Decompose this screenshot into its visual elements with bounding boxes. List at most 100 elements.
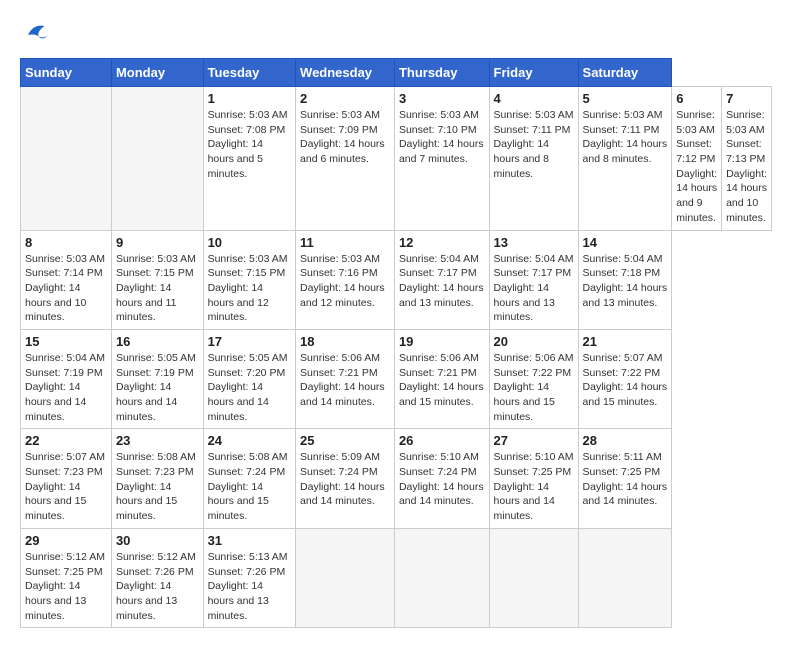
page-header xyxy=(20,20,772,50)
calendar-day-cell: 13Sunrise: 5:04 AMSunset: 7:17 PMDayligh… xyxy=(489,230,578,329)
calendar-day-cell: 26 Sunrise: 5:10 AMSunset: 7:24 PMDayligh… xyxy=(394,429,489,528)
day-info: Sunrise: 5:06 AMSunset: 7:21 PMDaylight:… xyxy=(399,351,485,410)
calendar-table: SundayMondayTuesdayWednesdayThursdayFrid… xyxy=(20,58,772,628)
day-info: Sunrise: 5:03 AMSunset: 7:09 PMDaylight:… xyxy=(300,108,390,167)
day-number: 15 xyxy=(25,334,107,349)
calendar-day-cell: 9 Sunrise: 5:03 AMSunset: 7:15 PMDaylight… xyxy=(111,230,203,329)
day-info: Sunrise: 5:03 AMSunset: 7:11 PMDaylight:… xyxy=(583,108,668,167)
empty-cell xyxy=(111,87,203,231)
day-info: Sunrise: 5:11 AMSunset: 7:25 PMDaylight:… xyxy=(583,450,668,509)
calendar-day-cell: 17 Sunrise: 5:05 AMSunset: 7:20 PMDayligh… xyxy=(203,329,295,428)
day-number: 18 xyxy=(300,334,390,349)
day-info: Sunrise: 5:04 AMSunset: 7:17 PMDaylight:… xyxy=(399,252,485,311)
column-header-friday: Friday xyxy=(489,59,578,87)
column-header-monday: Monday xyxy=(111,59,203,87)
day-info: Sunrise: 5:09 AMSunset: 7:24 PMDaylight:… xyxy=(300,450,390,509)
day-number: 28 xyxy=(583,433,668,448)
calendar-day-cell: 28 Sunrise: 5:11 AMSunset: 7:25 PMDayligh… xyxy=(578,429,672,528)
day-number: 11 xyxy=(300,235,390,250)
calendar-day-cell xyxy=(296,528,395,627)
column-header-tuesday: Tuesday xyxy=(203,59,295,87)
day-info: Sunrise: 5:03 AMSunset: 7:16 PMDaylight:… xyxy=(300,252,390,311)
day-number: 1 xyxy=(208,91,291,106)
logo xyxy=(20,20,52,50)
calendar-day-cell: 2 Sunrise: 5:03 AMSunset: 7:09 PMDaylight… xyxy=(296,87,395,231)
day-number: 30 xyxy=(116,533,199,548)
day-info: Sunrise: 5:12 AMSunset: 7:26 PMDaylight:… xyxy=(116,550,199,623)
day-number: 7 xyxy=(726,91,767,106)
day-number: 25 xyxy=(300,433,390,448)
calendar-day-cell: 11 Sunrise: 5:03 AMSunset: 7:16 PMDayligh… xyxy=(296,230,395,329)
day-info: Sunrise: 5:03 AMSunset: 7:14 PMDaylight:… xyxy=(25,252,107,325)
day-info: Sunrise: 5:03 AMSunset: 7:15 PMDaylight:… xyxy=(208,252,291,325)
day-number: 23 xyxy=(116,433,199,448)
calendar-day-cell: 15Sunrise: 5:04 AMSunset: 7:19 PMDayligh… xyxy=(21,329,112,428)
day-info: Sunrise: 5:07 AMSunset: 7:23 PMDaylight:… xyxy=(25,450,107,523)
calendar-day-cell: 5 Sunrise: 5:03 AMSunset: 7:11 PMDaylight… xyxy=(578,87,672,231)
calendar-day-cell: 22 Sunrise: 5:07 AMSunset: 7:23 PMDayligh… xyxy=(21,429,112,528)
day-info: Sunrise: 5:08 AMSunset: 7:24 PMDaylight:… xyxy=(208,450,291,523)
empty-cell xyxy=(21,87,112,231)
day-number: 31 xyxy=(208,533,291,548)
day-number: 16 xyxy=(116,334,199,349)
calendar-day-cell: 8Sunrise: 5:03 AMSunset: 7:14 PMDaylight… xyxy=(21,230,112,329)
calendar-day-cell: 27 Sunrise: 5:10 AMSunset: 7:25 PMDayligh… xyxy=(489,429,578,528)
day-info: Sunrise: 5:06 AMSunset: 7:21 PMDaylight:… xyxy=(300,351,390,410)
day-info: Sunrise: 5:07 AMSunset: 7:22 PMDaylight:… xyxy=(583,351,668,410)
calendar-day-cell: 7 Sunrise: 5:03 AMSunset: 7:13 PMDaylight… xyxy=(722,87,772,231)
day-number: 27 xyxy=(494,433,574,448)
calendar-day-cell: 31 Sunrise: 5:13 AMSunset: 7:26 PMDayligh… xyxy=(203,528,295,627)
calendar-day-cell: 14 Sunrise: 5:04 AMSunset: 7:18 PMDayligh… xyxy=(578,230,672,329)
day-number: 3 xyxy=(399,91,485,106)
day-number: 19 xyxy=(399,334,485,349)
calendar-day-cell: 30 Sunrise: 5:12 AMSunset: 7:26 PMDayligh… xyxy=(111,528,203,627)
day-info: Sunrise: 5:04 AMSunset: 7:18 PMDaylight:… xyxy=(583,252,668,311)
calendar-day-cell: 29Sunrise: 5:12 AMSunset: 7:25 PMDayligh… xyxy=(21,528,112,627)
calendar-day-cell: 1 Sunrise: 5:03 AMSunset: 7:08 PMDaylight… xyxy=(203,87,295,231)
column-header-thursday: Thursday xyxy=(394,59,489,87)
calendar-day-cell: 20Sunrise: 5:06 AMSunset: 7:22 PMDayligh… xyxy=(489,329,578,428)
calendar-day-cell xyxy=(394,528,489,627)
calendar-day-cell: 10 Sunrise: 5:03 AMSunset: 7:15 PMDayligh… xyxy=(203,230,295,329)
day-number: 5 xyxy=(583,91,668,106)
day-number: 6 xyxy=(676,91,717,106)
day-info: Sunrise: 5:03 AMSunset: 7:13 PMDaylight:… xyxy=(726,108,767,226)
column-header-saturday: Saturday xyxy=(578,59,672,87)
column-header-sunday: Sunday xyxy=(21,59,112,87)
calendar-day-cell: 12 Sunrise: 5:04 AMSunset: 7:17 PMDayligh… xyxy=(394,230,489,329)
day-info: Sunrise: 5:12 AMSunset: 7:25 PMDaylight:… xyxy=(25,550,107,623)
day-number: 4 xyxy=(494,91,574,106)
day-number: 14 xyxy=(583,235,668,250)
day-number: 26 xyxy=(399,433,485,448)
day-number: 2 xyxy=(300,91,390,106)
calendar-day-cell: 16 Sunrise: 5:05 AMSunset: 7:19 PMDayligh… xyxy=(111,329,203,428)
day-number: 21 xyxy=(583,334,668,349)
day-number: 22 xyxy=(25,433,107,448)
calendar-day-cell: 21 Sunrise: 5:07 AMSunset: 7:22 PMDayligh… xyxy=(578,329,672,428)
day-info: Sunrise: 5:03 AMSunset: 7:15 PMDaylight:… xyxy=(116,252,199,325)
day-number: 24 xyxy=(208,433,291,448)
calendar-day-cell: 24 Sunrise: 5:08 AMSunset: 7:24 PMDayligh… xyxy=(203,429,295,528)
day-info: Sunrise: 5:10 AMSunset: 7:25 PMDaylight:… xyxy=(494,450,574,523)
logo-bird-icon xyxy=(22,20,52,50)
column-header-wednesday: Wednesday xyxy=(296,59,395,87)
day-number: 9 xyxy=(116,235,199,250)
day-info: Sunrise: 5:05 AMSunset: 7:19 PMDaylight:… xyxy=(116,351,199,424)
calendar-day-cell xyxy=(489,528,578,627)
day-number: 20 xyxy=(494,334,574,349)
day-info: Sunrise: 5:03 AMSunset: 7:08 PMDaylight:… xyxy=(208,108,291,181)
day-info: Sunrise: 5:10 AMSunset: 7:24 PMDaylight:… xyxy=(399,450,485,509)
calendar-day-cell: 3 Sunrise: 5:03 AMSunset: 7:10 PMDaylight… xyxy=(394,87,489,231)
day-info: Sunrise: 5:05 AMSunset: 7:20 PMDaylight:… xyxy=(208,351,291,424)
calendar-day-cell: 19 Sunrise: 5:06 AMSunset: 7:21 PMDayligh… xyxy=(394,329,489,428)
day-info: Sunrise: 5:03 AMSunset: 7:10 PMDaylight:… xyxy=(399,108,485,167)
day-info: Sunrise: 5:08 AMSunset: 7:23 PMDaylight:… xyxy=(116,450,199,523)
calendar-day-cell xyxy=(578,528,672,627)
day-number: 17 xyxy=(208,334,291,349)
day-number: 12 xyxy=(399,235,485,250)
calendar-day-cell: 23 Sunrise: 5:08 AMSunset: 7:23 PMDayligh… xyxy=(111,429,203,528)
day-number: 10 xyxy=(208,235,291,250)
day-number: 13 xyxy=(494,235,574,250)
calendar-day-cell: 4Sunrise: 5:03 AMSunset: 7:11 PMDaylight… xyxy=(489,87,578,231)
day-info: Sunrise: 5:13 AMSunset: 7:26 PMDaylight:… xyxy=(208,550,291,623)
